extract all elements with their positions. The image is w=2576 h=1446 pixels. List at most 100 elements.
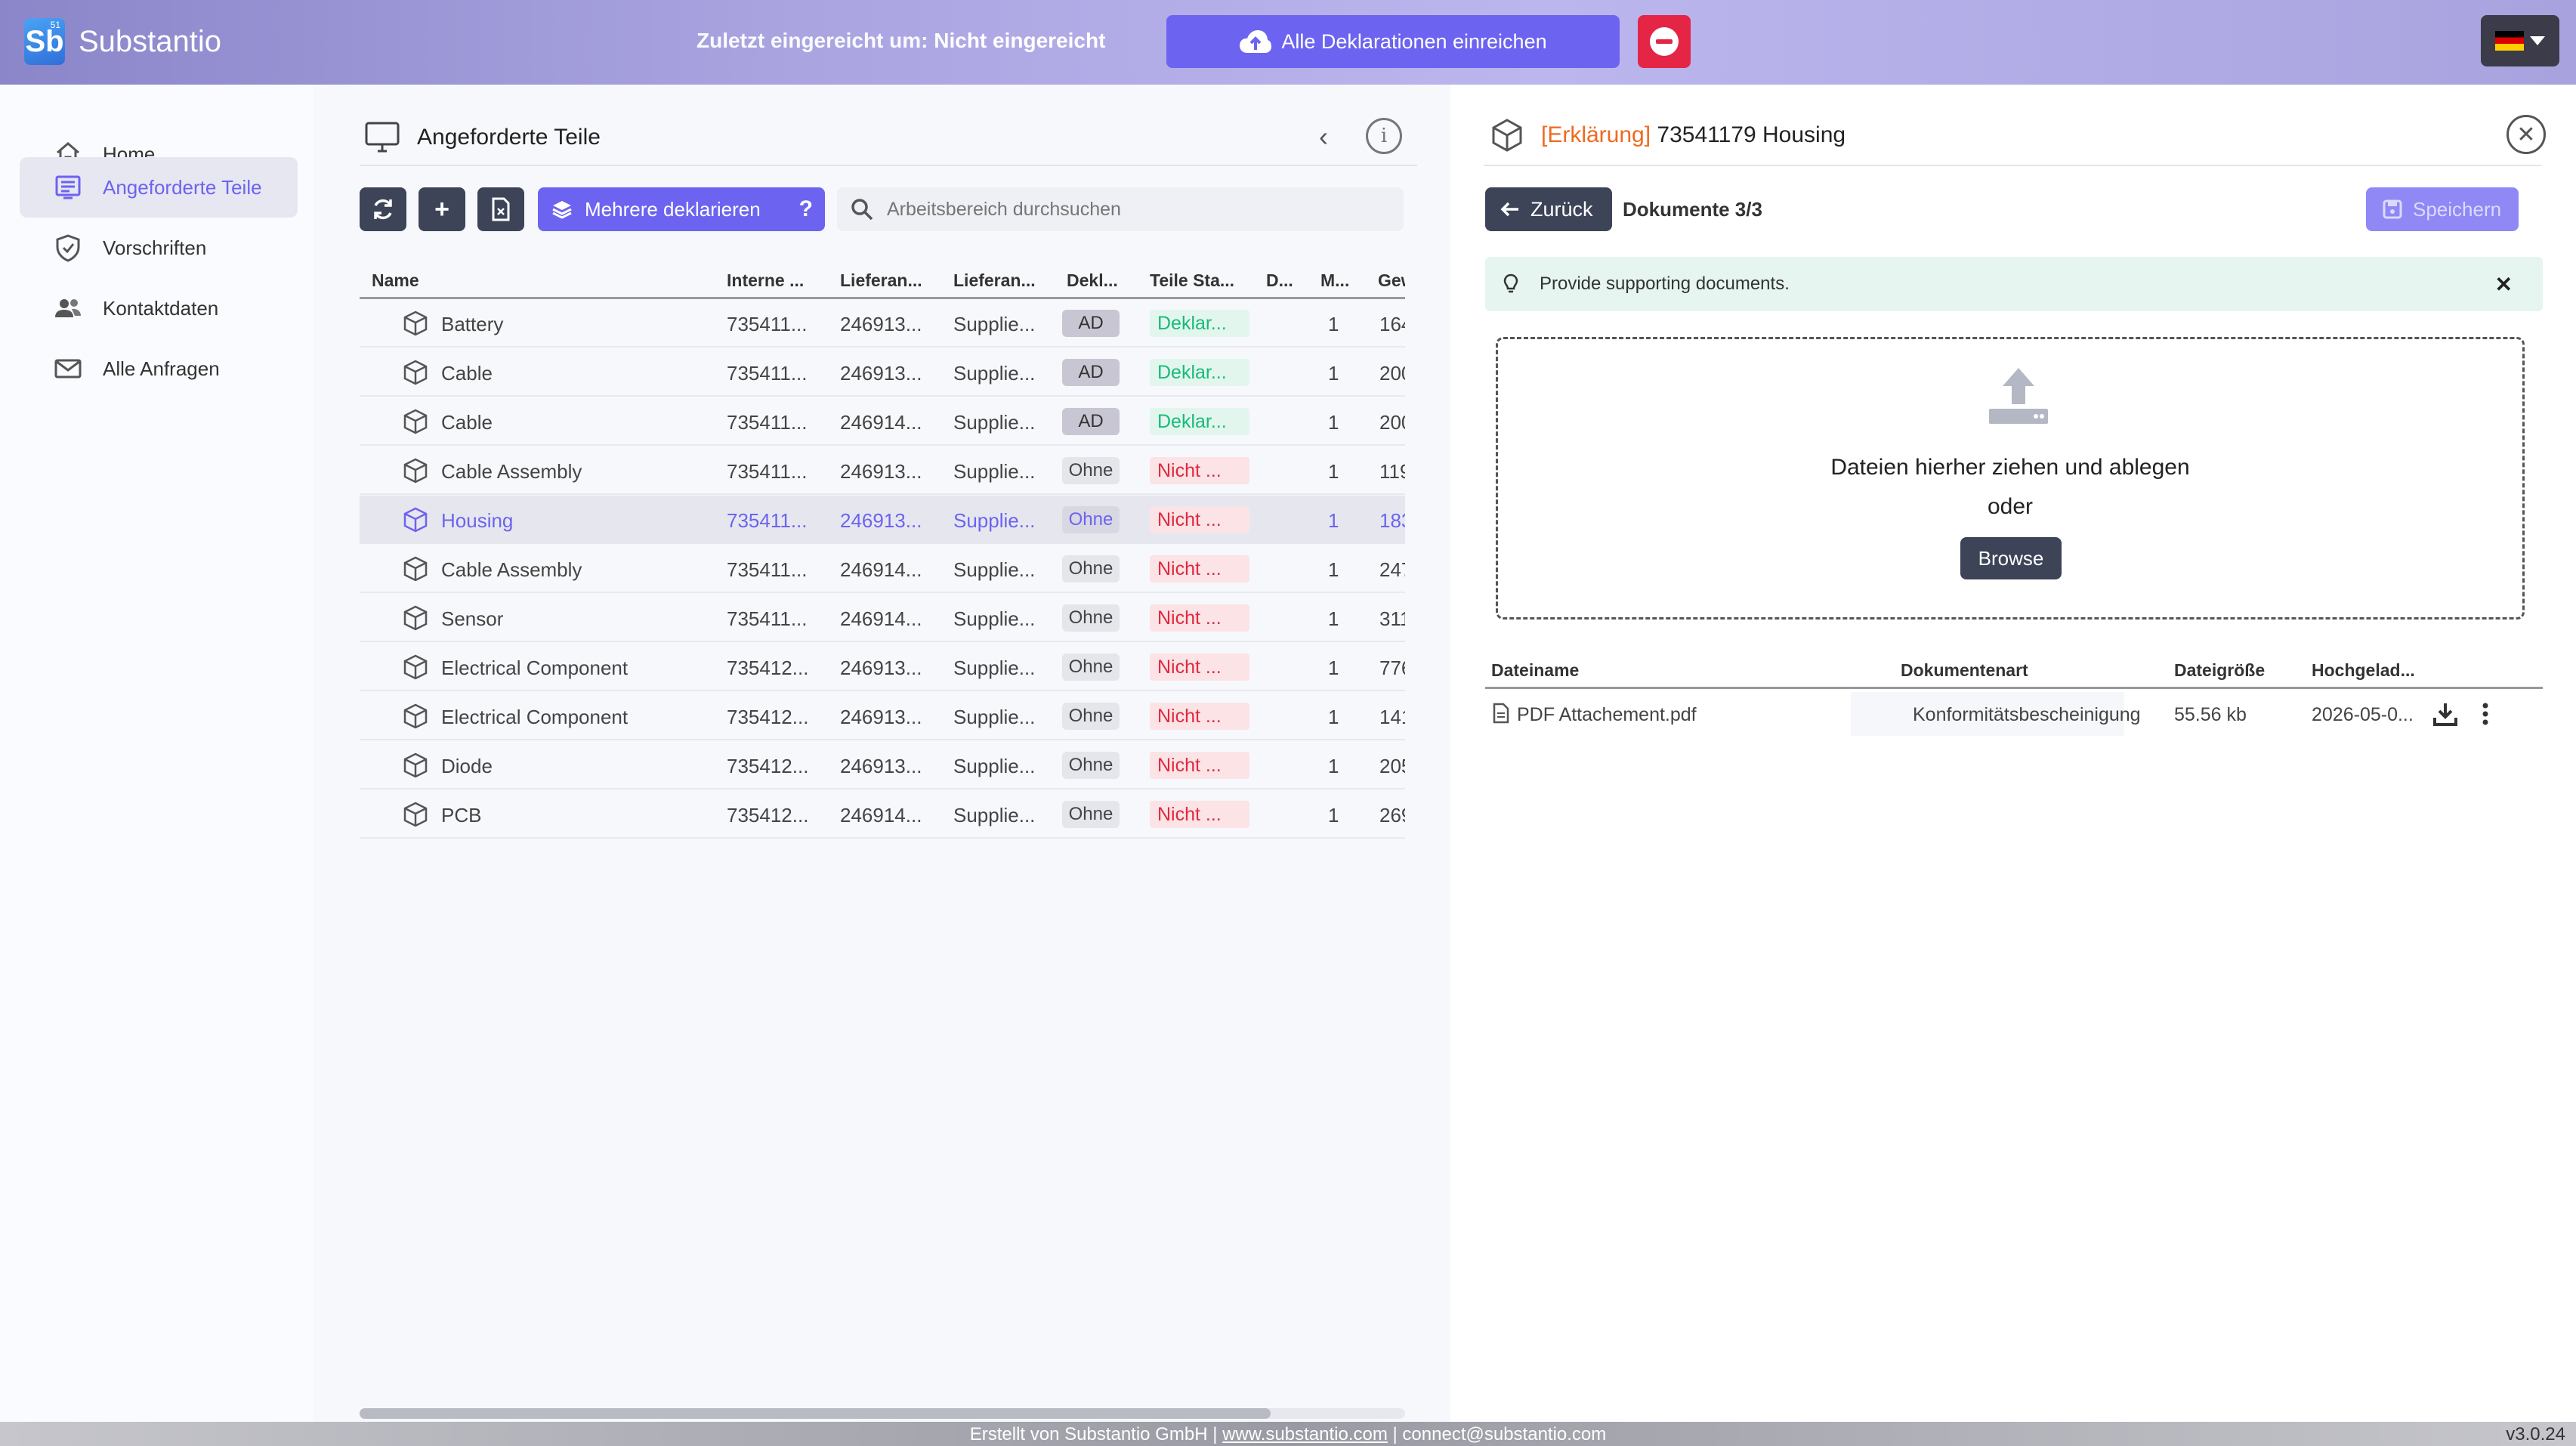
submit-all-button[interactable]: Alle Deklarationen einreichen	[1166, 15, 1620, 68]
browse-button[interactable]: Browse	[1960, 537, 2062, 579]
panel-title: Angeforderte Teile	[364, 121, 601, 154]
column-header-uploaded[interactable]: Hochgelad...	[2312, 660, 2415, 681]
internal-number: 735411...	[727, 558, 808, 581]
download-icon[interactable]	[2432, 701, 2458, 727]
table-row[interactable]: Electrical Component 735412... 246913... Su…	[360, 643, 1405, 691]
back-label: Zurück	[1530, 197, 1593, 221]
table-row[interactable]: Sensor 735411... 246914... Supplie... Ohne Ni…	[360, 594, 1405, 642]
supplier-name: Supplie...	[953, 706, 1036, 728]
column-header-d[interactable]: D...	[1266, 270, 1293, 291]
search-icon	[851, 199, 873, 221]
supplier-number: 246914...	[840, 411, 922, 434]
last-submitted-value: Nicht eingereicht	[934, 29, 1106, 52]
sidebar-item-regulations[interactable]: Vorschriften	[20, 218, 298, 278]
contacts-icon	[55, 299, 81, 317]
declaration-badge: Ohne	[1062, 653, 1120, 681]
supplier-number: 246913...	[840, 509, 922, 532]
language-selector[interactable]	[2481, 15, 2559, 66]
supplier-name: Supplie...	[953, 411, 1036, 434]
column-header-supplier[interactable]: Lieferan...	[953, 270, 1036, 291]
help-icon[interactable]: ?	[799, 196, 813, 222]
declaration-badge: Ohne	[1062, 555, 1120, 582]
footer-website-link[interactable]: www.substantio.com	[1222, 1424, 1388, 1444]
internal-number: 735411...	[727, 313, 808, 335]
table-row[interactable]: Cable 735411... 246913... Supplie... AD Dekla…	[360, 348, 1405, 397]
declaration-badge: AD	[1062, 310, 1120, 337]
part-name: PCB	[441, 804, 482, 827]
documents-count: Dokumente 3/3	[1623, 198, 1762, 221]
part-name: Cable	[441, 362, 493, 385]
weight: 311	[1379, 607, 1405, 630]
dismiss-hint-icon[interactable]: ✕	[2495, 272, 2513, 297]
search-input[interactable]	[887, 198, 1385, 221]
dropzone-line-1: Dateien hierher ziehen und ablegen	[1830, 455, 2190, 480]
scrollbar-thumb[interactable]	[360, 1408, 1271, 1419]
hint-banner: Provide supporting documents. ✕	[1485, 257, 2543, 311]
sidebar-item-contacts[interactable]: Kontaktdaten	[20, 278, 298, 338]
internal-number: 735411...	[727, 411, 808, 434]
declaration-badge: AD	[1062, 359, 1120, 386]
column-header-filename[interactable]: Dateiname	[1491, 660, 1579, 681]
sidebar-item-all-requests[interactable]: Alle Anfragen	[20, 338, 298, 399]
column-header-weight[interactable]: Gew	[1378, 270, 1405, 291]
supplier-number: 246913...	[840, 657, 922, 679]
back-button[interactable]: Zurück	[1485, 187, 1612, 231]
export-button[interactable]	[477, 187, 524, 231]
table-row[interactable]: Housing 735411... 246913... Supplie... Ohne N…	[360, 496, 1405, 544]
cube-icon	[403, 409, 428, 434]
supplier-number: 246914...	[840, 558, 922, 581]
weight: 776	[1379, 657, 1405, 679]
last-submitted: Zuletzt eingereicht um: Nicht eingereich…	[697, 29, 1105, 53]
file-name[interactable]: PDF Attachement.pdf	[1517, 704, 1697, 726]
table-row[interactable]: PCB 735412... 246914... Supplie... Ohne Nicht…	[360, 790, 1405, 839]
info-icon[interactable]: i	[1366, 118, 1402, 154]
table-row[interactable]: Diode 735412... 246913... Supplie... Ohne Nic…	[360, 741, 1405, 789]
supplier-name: Supplie...	[953, 362, 1036, 385]
export-icon	[492, 197, 510, 221]
add-button[interactable]: +	[419, 187, 465, 231]
supplier-number: 246913...	[840, 460, 922, 483]
cloud-upload-icon	[1240, 30, 1272, 53]
upload-icon	[1989, 368, 2048, 424]
quantity: 1	[1328, 313, 1339, 335]
column-header-internal[interactable]: Interne ...	[727, 270, 804, 291]
column-header-supplier-number[interactable]: Lieferan...	[840, 270, 922, 291]
table-row[interactable]: Battery 735411... 246913... Supplie... AD Dek…	[360, 299, 1405, 348]
column-header-file-size[interactable]: Dateigröße	[2174, 660, 2265, 681]
column-header-document-type[interactable]: Dokumentenart	[1901, 660, 2028, 681]
sidebar-item-requested-parts[interactable]: Angeforderte Teile	[20, 157, 298, 218]
divider	[1484, 165, 2541, 166]
german-flag-icon	[2495, 31, 2524, 51]
logo[interactable]: Sb 51 Substantio	[24, 18, 221, 65]
status-badge: Deklar...	[1150, 359, 1249, 386]
monitor-icon	[365, 122, 400, 153]
table-row[interactable]: Electrical Component 735412... 246913... Su…	[360, 692, 1405, 740]
logo-sup: 51	[50, 20, 60, 30]
save-button[interactable]: Speichern	[2366, 187, 2519, 231]
stop-button[interactable]	[1638, 15, 1691, 68]
more-icon[interactable]	[2481, 701, 2490, 727]
internal-number: 735412...	[727, 657, 809, 679]
multi-declare-button[interactable]: Mehrere deklarieren ?	[538, 187, 825, 231]
lightbulb-icon	[1503, 273, 1518, 293]
table-row[interactable]: Cable Assembly 735411... 246914... Supplie.…	[360, 545, 1405, 593]
search-box[interactable]	[837, 187, 1404, 231]
horizontal-scrollbar[interactable]	[360, 1408, 1405, 1419]
cube-icon	[403, 802, 428, 827]
shield-icon	[56, 234, 80, 262]
column-header-name[interactable]: Name	[372, 270, 419, 291]
table-row[interactable]: Cable 735411... 246914... Supplie... AD Dekla…	[360, 397, 1405, 446]
file-dropzone[interactable]: Dateien hierher ziehen und ablegen oder …	[1496, 337, 2525, 619]
close-icon[interactable]: ✕	[2507, 115, 2546, 154]
part-name: Cable Assembly	[441, 460, 582, 483]
refresh-button[interactable]	[360, 187, 406, 231]
declaration-badge: Ohne	[1062, 801, 1120, 828]
column-header-declaration[interactable]: Dekl...	[1067, 270, 1118, 291]
weight: 205	[1379, 755, 1405, 777]
table-row[interactable]: Cable Assembly 735411... 246913... Supplie.…	[360, 446, 1405, 495]
file-size: 55.56 kb	[2174, 704, 2247, 725]
column-header-m[interactable]: M...	[1320, 270, 1349, 291]
column-header-part-status[interactable]: Teile Sta...	[1150, 270, 1234, 291]
cube-icon	[403, 507, 428, 533]
chevron-left-icon[interactable]: ‹	[1319, 121, 1328, 153]
